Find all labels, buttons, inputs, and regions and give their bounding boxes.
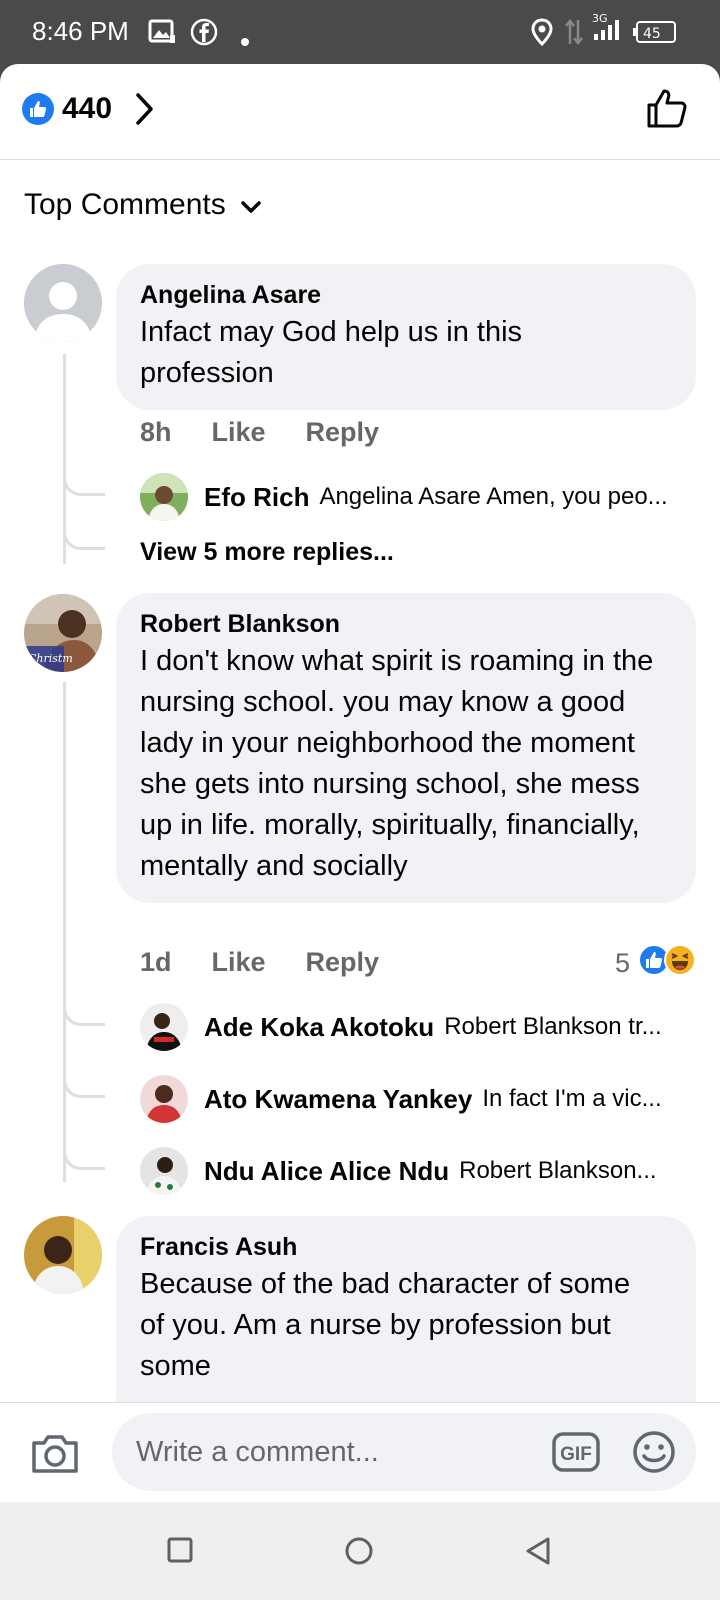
reactions-header: 440 xyxy=(0,64,720,160)
reply-button[interactable]: Reply xyxy=(306,417,380,448)
avatar[interactable] xyxy=(140,1003,188,1051)
chevron-down-icon xyxy=(240,188,262,222)
reaction-count: 5 xyxy=(614,948,630,978)
data-transfer-icon xyxy=(564,18,584,46)
emoji-icon[interactable] xyxy=(632,1430,676,1479)
status-time: 8:46 PM xyxy=(32,16,129,46)
avatar[interactable] xyxy=(24,1216,102,1294)
svg-text:GIF: GIF xyxy=(560,1444,592,1465)
like-button[interactable]: Like xyxy=(212,947,266,978)
thread-line xyxy=(63,682,103,1182)
reply-text: In fact I'm a vic... xyxy=(482,1085,662,1112)
home-icon[interactable] xyxy=(344,1536,374,1571)
avatar[interactable] xyxy=(140,1147,188,1195)
thread-branch xyxy=(63,998,105,1026)
comment-author[interactable]: Angelina Asare xyxy=(140,280,672,310)
haha-reaction-icon xyxy=(664,944,696,983)
reply-author[interactable]: Efo Rich xyxy=(204,482,309,513)
reply-author[interactable]: Ade Koka Akotoku xyxy=(204,1012,434,1043)
system-navigation-bar xyxy=(0,1502,720,1600)
sort-label: Top Comments xyxy=(24,188,226,221)
view-more-replies-link[interactable]: View 5 more replies... xyxy=(140,538,394,567)
like-count[interactable]: 440 xyxy=(62,92,112,126)
signal-icon: 3G xyxy=(590,12,630,42)
chevron-right-icon[interactable] xyxy=(134,92,156,131)
like-reaction-icon xyxy=(22,93,54,125)
gallery-notification-icon xyxy=(148,18,176,46)
location-icon xyxy=(530,18,554,46)
comments-sheet: 440 Top Comments Angelina Asare Infact m… xyxy=(0,64,720,1502)
reply-button[interactable]: Reply xyxy=(306,947,380,978)
battery-level: 45 xyxy=(643,26,661,42)
comment-actions: 8h Like Reply xyxy=(140,417,379,448)
reply-item[interactable]: Ndu Alice Alice Ndu Robert Blankson... xyxy=(140,1146,700,1196)
dot-icon xyxy=(240,28,250,56)
comment-text: Infact may God help us in this professio… xyxy=(140,316,523,389)
thread-branch xyxy=(63,468,105,496)
sort-dropdown[interactable]: Top Comments xyxy=(24,188,262,222)
reply-item[interactable]: Efo Rich Angelina Asare Amen, you peo... xyxy=(140,472,700,522)
thread-branch xyxy=(63,1142,105,1170)
avatar[interactable] xyxy=(140,473,188,521)
svg-text:Christm: Christm xyxy=(28,652,73,665)
avatar[interactable] xyxy=(140,1075,188,1123)
reply-text: Angelina Asare Amen, you peo... xyxy=(319,483,668,510)
comment-reactions[interactable]: 5 xyxy=(615,944,696,983)
reply-author[interactable]: Ato Kwamena Yankey xyxy=(204,1084,472,1115)
comment-text: Because of the bad character of some of … xyxy=(140,1268,631,1382)
comment-text: I don't know what spirit is roaming in t… xyxy=(140,645,654,882)
thread-branch xyxy=(63,522,105,550)
facebook-notification-icon xyxy=(190,18,218,46)
comment-time: 8h xyxy=(140,417,172,447)
comment-time: 1d xyxy=(140,947,172,977)
comment-bubble[interactable]: Robert Blankson I don't know what spirit… xyxy=(116,593,696,903)
network-type: 3G xyxy=(592,12,608,25)
comment-bubble[interactable]: Angelina Asare Infact may God help us in… xyxy=(116,264,696,410)
comment-input[interactable]: Write a comment... xyxy=(112,1413,696,1491)
reply-item[interactable]: Ato Kwamena Yankey In fact I'm a vic... xyxy=(140,1074,700,1124)
status-bar: 8:46 PM 3G 45 xyxy=(0,0,720,64)
avatar[interactable]: Christm xyxy=(24,594,102,672)
recent-apps-icon[interactable] xyxy=(166,1536,194,1569)
comment-author[interactable]: Robert Blankson xyxy=(140,609,672,639)
comment-composer: Write a comment... GIF xyxy=(0,1402,720,1502)
thumbs-up-icon[interactable] xyxy=(646,88,688,135)
avatar[interactable] xyxy=(24,264,102,342)
camera-icon[interactable] xyxy=(30,1433,80,1480)
thread-branch xyxy=(63,1070,105,1098)
battery-icon: 45 xyxy=(632,18,678,46)
back-icon[interactable] xyxy=(524,1536,552,1571)
reply-text: Robert Blankson tr... xyxy=(444,1013,662,1040)
comment-author[interactable]: Francis Asuh xyxy=(140,1232,672,1262)
reply-author[interactable]: Ndu Alice Alice Ndu xyxy=(204,1156,449,1187)
reply-item[interactable]: Ade Koka Akotoku Robert Blankson tr... xyxy=(140,1002,700,1052)
like-button[interactable]: Like xyxy=(212,417,266,448)
reply-text: Robert Blankson... xyxy=(459,1157,657,1184)
gif-button[interactable]: GIF xyxy=(552,1432,600,1477)
comment-actions: 1d Like Reply xyxy=(140,947,379,978)
